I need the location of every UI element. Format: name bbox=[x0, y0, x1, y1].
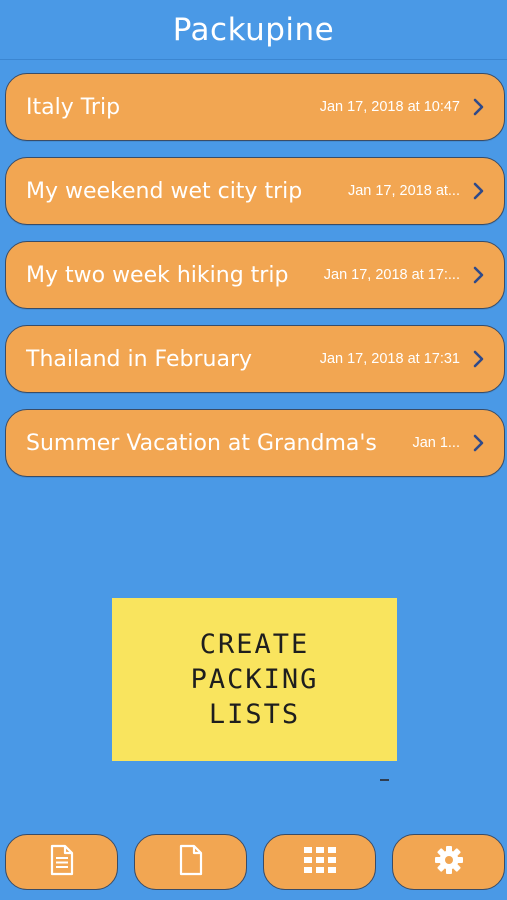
document-list-icon bbox=[49, 844, 75, 880]
trip-list-item[interactable]: My two week hiking trip Jan 17, 2018 at … bbox=[5, 241, 505, 309]
trip-date: Jan 17, 2018 at 10:47 bbox=[319, 99, 460, 115]
sticky-note-line: CREATE bbox=[199, 629, 310, 660]
chevron-right-icon bbox=[472, 266, 486, 284]
grid-icon bbox=[303, 847, 336, 877]
chevron-right-icon bbox=[472, 434, 486, 452]
trip-date: Jan 17, 2018 at 17:31 bbox=[319, 351, 460, 367]
chevron-right-icon bbox=[472, 182, 486, 200]
app-title: Packupine bbox=[172, 11, 335, 48]
trip-name: Thailand in February bbox=[26, 346, 253, 372]
trip-list-item[interactable]: My weekend wet city trip Jan 17, 2018 at… bbox=[5, 157, 505, 225]
trip-list-item[interactable]: Thailand in February Jan 17, 2018 at 17:… bbox=[5, 325, 505, 393]
lists-button[interactable] bbox=[5, 834, 118, 890]
trip-name: Italy Trip bbox=[26, 94, 121, 120]
chevron-right-icon bbox=[472, 98, 486, 116]
sticky-note-line: LISTS bbox=[208, 699, 301, 730]
blank-document-icon bbox=[178, 844, 204, 880]
trip-name: Summer Vacation at Grandma's bbox=[26, 430, 377, 456]
trip-date: Jan 17, 2018 at 17:... bbox=[323, 267, 460, 283]
trip-list-item[interactable]: Italy Trip Jan 17, 2018 at 10:47 bbox=[5, 73, 505, 141]
bottom-toolbar bbox=[5, 834, 505, 890]
decorative-dash bbox=[380, 779, 389, 781]
sticky-note-line: PACKING bbox=[190, 664, 319, 695]
trip-list-item[interactable]: Summer Vacation at Grandma's Jan 1... bbox=[5, 409, 505, 477]
chevron-right-icon bbox=[472, 350, 486, 368]
trip-name: My weekend wet city trip bbox=[26, 178, 303, 204]
trip-name: My two week hiking trip bbox=[26, 262, 289, 288]
app-screen: Packupine Italy Trip Jan 17, 2018 at 10:… bbox=[0, 0, 507, 900]
trip-date: Jan 17, 2018 at... bbox=[347, 183, 460, 199]
trip-list: Italy Trip Jan 17, 2018 at 10:47 My week… bbox=[5, 73, 505, 493]
categories-button[interactable] bbox=[263, 834, 376, 890]
settings-button[interactable] bbox=[392, 834, 505, 890]
header-bar: Packupine bbox=[0, 0, 507, 60]
new-list-button[interactable] bbox=[134, 834, 247, 890]
create-packing-lists-note: CREATE PACKING LISTS bbox=[112, 598, 397, 761]
gear-icon bbox=[434, 845, 464, 879]
trip-date: Jan 1... bbox=[412, 435, 460, 451]
